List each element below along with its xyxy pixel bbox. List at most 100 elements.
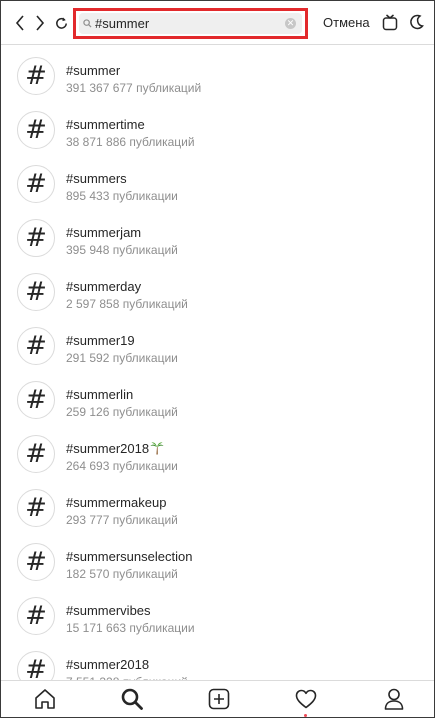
hashtag-icon: #	[17, 219, 55, 257]
hashtag-result-item[interactable]: # #summerday 2 597 858 публикаций	[1, 261, 434, 315]
heart-icon	[295, 689, 317, 709]
app-window: ✕ Отмена # #summer 391 367 677 публикаци…	[0, 0, 435, 718]
profile-icon	[384, 688, 404, 710]
chevron-left-icon	[15, 15, 24, 31]
hashtag-text: #summerjam	[66, 225, 142, 240]
post-count: 264 693 публикации	[66, 459, 178, 473]
back-button[interactable]	[11, 13, 29, 33]
hash-symbol: #	[25, 385, 47, 415]
hashtag-text: #summervibes	[66, 603, 151, 618]
post-count: 38 871 886 публикаций	[66, 135, 195, 149]
hashtag-icon: #	[17, 111, 55, 149]
nav-home-button[interactable]	[33, 687, 57, 711]
hashtag-name: #summersunselection	[66, 549, 192, 564]
hashtag-text: #summer2018	[66, 657, 150, 672]
chevron-right-icon	[36, 15, 45, 31]
nav-activity-button[interactable]	[294, 687, 318, 711]
hashtag-text: #summermakeup	[66, 495, 167, 510]
search-input[interactable]	[95, 16, 275, 31]
home-icon	[35, 689, 55, 709]
hashtag-icon: #	[17, 489, 55, 527]
hashtag-result-item[interactable]: # #summertime 38 871 886 публикаций	[1, 99, 434, 153]
hashtag-text: #summer2018	[66, 441, 150, 456]
hashtag-text: #summersunselection	[66, 549, 193, 564]
hashtag-icon: #	[17, 597, 55, 635]
hashtag-result-item[interactable]: # #summerjam 395 948 публикаций	[1, 207, 434, 261]
hashtag-text: #summers	[66, 171, 127, 186]
post-count: 395 948 публикаций	[66, 243, 178, 257]
hashtag-result-item[interactable]: # #summer2018 264 693 публикации	[1, 423, 434, 477]
hash-symbol: #	[25, 439, 47, 469]
top-bar: ✕ Отмена	[1, 1, 434, 45]
hashtag-text: #summer	[66, 63, 121, 78]
hashtag-icon: #	[17, 381, 55, 419]
hashtag-name: #summermakeup	[66, 495, 166, 510]
hashtag-result-item[interactable]: # #summerlin 259 126 публикаций	[1, 369, 434, 423]
hashtag-result-item[interactable]: # #summervibes 15 171 663 публикации	[1, 585, 434, 639]
hash-symbol: #	[25, 61, 47, 91]
hash-symbol: #	[25, 493, 47, 523]
post-count: 291 592 публикации	[66, 351, 178, 365]
nav-add-button[interactable]	[207, 687, 231, 711]
search-box[interactable]: ✕	[79, 13, 302, 34]
hashtag-icon: #	[17, 435, 55, 473]
hashtag-name: #summer	[66, 63, 120, 78]
igtv-icon[interactable]	[382, 14, 398, 36]
hashtag-icon: #	[17, 273, 55, 311]
post-count: 182 570 публикаций	[66, 567, 178, 581]
hashtag-text: #summerlin	[66, 387, 134, 402]
hash-symbol: #	[25, 547, 47, 577]
reload-button[interactable]	[52, 13, 70, 33]
hashtag-result-item[interactable]: # #summermakeup 293 777 публикаций	[1, 477, 434, 531]
hashtag-icon: #	[17, 543, 55, 581]
hashtag-result-item[interactable]: # #summer 391 367 677 публикаций	[1, 45, 434, 99]
hashtag-icon: #	[17, 165, 55, 203]
hash-symbol: #	[25, 169, 47, 199]
hash-symbol: #	[25, 277, 47, 307]
hashtag-result-item[interactable]: # #summersunselection 182 570 публикаций	[1, 531, 434, 585]
hashtag-icon: #	[17, 57, 55, 95]
nav-profile-button[interactable]	[382, 687, 406, 711]
hashtag-name: #summer2018	[66, 441, 164, 458]
hashtag-name: #summers	[66, 171, 127, 186]
hash-symbol: #	[25, 655, 47, 681]
notification-dot	[304, 714, 307, 717]
post-count: 391 367 677 публикаций	[66, 81, 202, 95]
hashtag-name: #summertime	[66, 117, 145, 132]
hashtag-icon: #	[17, 651, 55, 681]
hash-symbol: #	[25, 331, 47, 361]
hashtag-name: #summerjam	[66, 225, 141, 240]
search-results-list: # #summer 391 367 677 публикаций # #summ…	[1, 45, 434, 681]
nav-search-button[interactable]	[120, 687, 144, 711]
clear-search-icon[interactable]: ✕	[285, 18, 296, 29]
post-count: 2 597 858 публикаций	[66, 297, 188, 311]
hashtag-text: #summerday	[66, 279, 142, 294]
hash-symbol: #	[25, 601, 47, 631]
hashtag-name: #summerlin	[66, 387, 133, 402]
post-count: 259 126 публикаций	[66, 405, 178, 419]
add-post-icon	[208, 688, 230, 710]
hashtag-text: #summer19	[66, 333, 135, 348]
hashtag-icon: #	[17, 327, 55, 365]
hashtag-result-item[interactable]: # #summer19 291 592 публикации	[1, 315, 434, 369]
moon-icon[interactable]	[409, 14, 424, 35]
hash-symbol: #	[25, 223, 47, 253]
cancel-button[interactable]: Отмена	[323, 15, 370, 30]
post-count: 895 433 публикации	[66, 189, 178, 203]
hash-symbol: #	[25, 115, 47, 145]
search-icon	[83, 19, 92, 28]
hashtag-name: #summerday	[66, 279, 141, 294]
search-icon	[121, 688, 143, 710]
hashtag-name: #summer19	[66, 333, 135, 348]
palm-tree-icon	[150, 441, 164, 458]
bottom-navigation	[1, 680, 434, 717]
hashtag-text: #summertime	[66, 117, 145, 132]
post-count: 15 171 663 публикации	[66, 621, 195, 635]
hashtag-result-item[interactable]: # #summer2018 7 551 328 публикаций	[1, 639, 434, 681]
forward-button[interactable]	[31, 13, 49, 33]
hashtag-name: #summer2018	[66, 657, 149, 672]
hashtag-result-item[interactable]: # #summers 895 433 публикации	[1, 153, 434, 207]
hashtag-name: #summervibes	[66, 603, 151, 618]
post-count: 293 777 публикаций	[66, 513, 178, 527]
reload-icon	[55, 16, 67, 29]
